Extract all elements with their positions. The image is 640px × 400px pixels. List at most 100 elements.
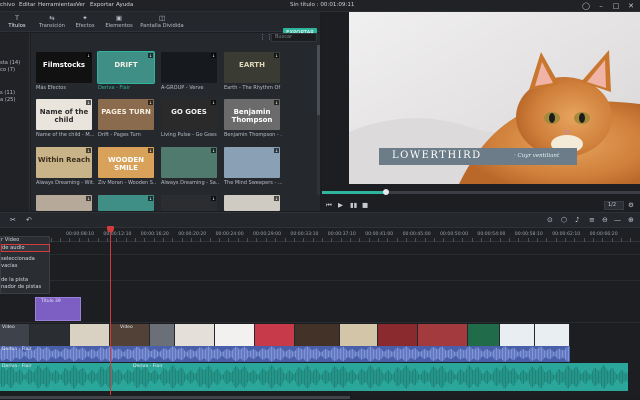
zoom-in-icon[interactable]: ⊕ (628, 216, 634, 224)
close-icon[interactable]: ✕ (626, 1, 636, 11)
tab-split-screen[interactable]: ◫ Pantalla Dividida (140, 14, 184, 31)
user-icon[interactable]: ◯ (581, 1, 591, 11)
step-back-icon[interactable]: ⏮ (326, 201, 332, 210)
ruler-label: 00:00:33:10 (290, 232, 319, 237)
library-thumbnail[interactable]: ↓ (161, 52, 217, 83)
audio-clip-label: Deriva - Flair (133, 364, 163, 369)
library-thumbnail[interactable]: ↓ (224, 195, 280, 211)
title-clip-label: Título 39 (41, 299, 61, 304)
render-icon[interactable]: ⊙ (547, 216, 553, 224)
preview-canvas[interactable]: LOWERTHIRD · Cuyr ventiliant (349, 12, 640, 184)
context-menu-item[interactable]: nador de pistas (1, 284, 41, 290)
video-track[interactable]: Vídeo Vídeo (0, 324, 570, 346)
library-thumbnail[interactable]: Benjamin Thompson ↓ (224, 99, 280, 130)
cut-icon[interactable]: ✂ (10, 216, 16, 224)
zoom-out-icon[interactable]: ⊖ (602, 216, 608, 224)
library-thumbnail[interactable]: Within Reach ↓ (36, 147, 92, 178)
library-thumbnail[interactable]: DRIFT ↓ (97, 51, 155, 84)
tab-titles-label: Títulos (8, 23, 26, 29)
search-input[interactable]: Buscar (271, 33, 317, 42)
tab-titles[interactable]: T Títulos (4, 14, 30, 31)
context-menu: r Video de audio seleccionada vacías de … (0, 236, 50, 294)
download-icon[interactable]: ↓ (211, 100, 216, 105)
grid-view-icon[interactable]: ⋮⋮ (259, 33, 273, 42)
maximize-icon[interactable]: □ (611, 1, 621, 11)
download-icon[interactable]: ↓ (211, 53, 216, 58)
download-icon[interactable]: ↓ (86, 53, 91, 58)
video-clip-label: Vídeo (2, 325, 15, 330)
audio-track-b[interactable]: Deriva - Flair Deriva - Flair (0, 363, 628, 391)
library-thumbnail[interactable]: Filmstocks ↓ (36, 52, 92, 83)
menu-file[interactable]: chivo (0, 2, 15, 8)
library-thumbnail[interactable]: Name of the child ↓ (36, 99, 92, 130)
thumbnail-label: Earth - The Rhythm Of ... (224, 85, 282, 91)
download-icon[interactable]: ↓ (148, 196, 153, 201)
play-icon[interactable]: ▶ (338, 201, 343, 209)
library-thumbnail[interactable]: GO GOES ↓ (161, 99, 217, 130)
stop-icon[interactable]: ■ (362, 201, 368, 209)
menu-export[interactable]: Exportar (90, 2, 114, 8)
preview-progress-bar[interactable] (322, 189, 640, 195)
category-item[interactable]: a (25) (0, 97, 15, 103)
video-frame (535, 324, 570, 346)
download-icon[interactable]: ↓ (274, 53, 279, 58)
download-icon[interactable]: ↓ (274, 100, 279, 105)
undo-icon[interactable]: ↶ (26, 216, 32, 224)
pause-icon[interactable]: ▮▮ (350, 201, 357, 209)
video-frame (378, 324, 418, 346)
tab-transition[interactable]: ⇆ Transición (36, 14, 68, 31)
category-item[interactable]: co (7) (0, 67, 15, 73)
library-thumbnail[interactable]: ↓ (161, 147, 217, 178)
library-thumbnail[interactable]: ↓ (161, 195, 217, 211)
library-thumbnail[interactable]: PAGES TURN ↓ (98, 99, 154, 130)
category-item[interactable]: sta (14) (0, 60, 20, 66)
category-item[interactable]: s (11) (0, 90, 15, 96)
playhead-handle[interactable] (107, 226, 114, 232)
download-icon[interactable]: ↓ (274, 196, 279, 201)
library-thumbnail[interactable]: EARTH ↓ (224, 52, 280, 83)
download-icon[interactable]: ↓ (86, 100, 91, 105)
library-thumbnail[interactable]: ↓ (224, 147, 280, 178)
context-menu-item[interactable]: vacías (1, 263, 17, 269)
timeline-scrollbar[interactable] (0, 395, 640, 400)
download-icon[interactable]: ↓ (274, 148, 279, 153)
download-icon[interactable]: ↓ (211, 148, 216, 153)
timeline-ruler[interactable]: 00:00:08:10 00:00:12:10 00:00:16:20 00:00:2… (0, 228, 640, 242)
menu-help[interactable]: Ayuda (116, 2, 133, 8)
thumbnail-text: WOODEN SMILE (107, 156, 145, 172)
download-icon[interactable]: ↓ (148, 100, 153, 105)
download-icon[interactable]: ↓ (86, 196, 91, 201)
download-icon[interactable]: ↓ (148, 53, 153, 58)
voiceover-icon[interactable]: ≡ (589, 216, 595, 224)
context-menu-item[interactable]: r Video (1, 237, 19, 243)
download-icon[interactable]: ↓ (211, 196, 216, 201)
lowerthird-overlay[interactable]: LOWERTHIRD · Cuyr ventiliant (379, 148, 577, 165)
thumbnail-label: Más Efectos (36, 85, 66, 91)
title-clip[interactable]: Título 39 (35, 297, 81, 321)
library-scrollbar[interactable] (317, 45, 320, 195)
library-thumbnail[interactable]: ↓ (36, 195, 92, 211)
menu-view[interactable]: Ver (76, 2, 85, 8)
ratio-select[interactable]: 1/2 (604, 201, 624, 210)
thumbnail-label: Ziv Moran - Wooden S... (98, 180, 156, 186)
download-icon[interactable]: ↓ (86, 148, 91, 153)
minimize-icon[interactable]: – (596, 1, 606, 11)
context-menu-item[interactable]: de la pista (1, 277, 28, 283)
audio-track-a[interactable]: Deriva - Flair (0, 346, 570, 362)
zoom-slider[interactable]: — (614, 216, 621, 224)
thumbnail-text: GO GOES (171, 108, 207, 116)
menu-edit[interactable]: Editar (19, 2, 36, 8)
menu-tools[interactable]: Herramientas (38, 2, 76, 8)
context-menu-item[interactable]: seleccionada (1, 256, 35, 262)
tab-effects[interactable]: ✦ Efectos (72, 14, 98, 31)
context-menu-item-highlighted[interactable]: de audio (1, 244, 50, 252)
settings-icon[interactable]: ⚙ (628, 201, 634, 209)
download-icon[interactable]: ↓ (148, 148, 153, 153)
progress-handle[interactable] (382, 189, 389, 195)
tab-elements[interactable]: ▣ Elementos (103, 14, 135, 31)
microphone-icon[interactable]: ♪ (575, 216, 579, 224)
playhead[interactable] (107, 226, 114, 400)
library-thumbnail[interactable]: WOODEN SMILE ↓ (98, 147, 154, 178)
library-thumbnail[interactable]: ↓ (98, 195, 154, 211)
shield-icon[interactable]: ⬡ (561, 216, 567, 224)
